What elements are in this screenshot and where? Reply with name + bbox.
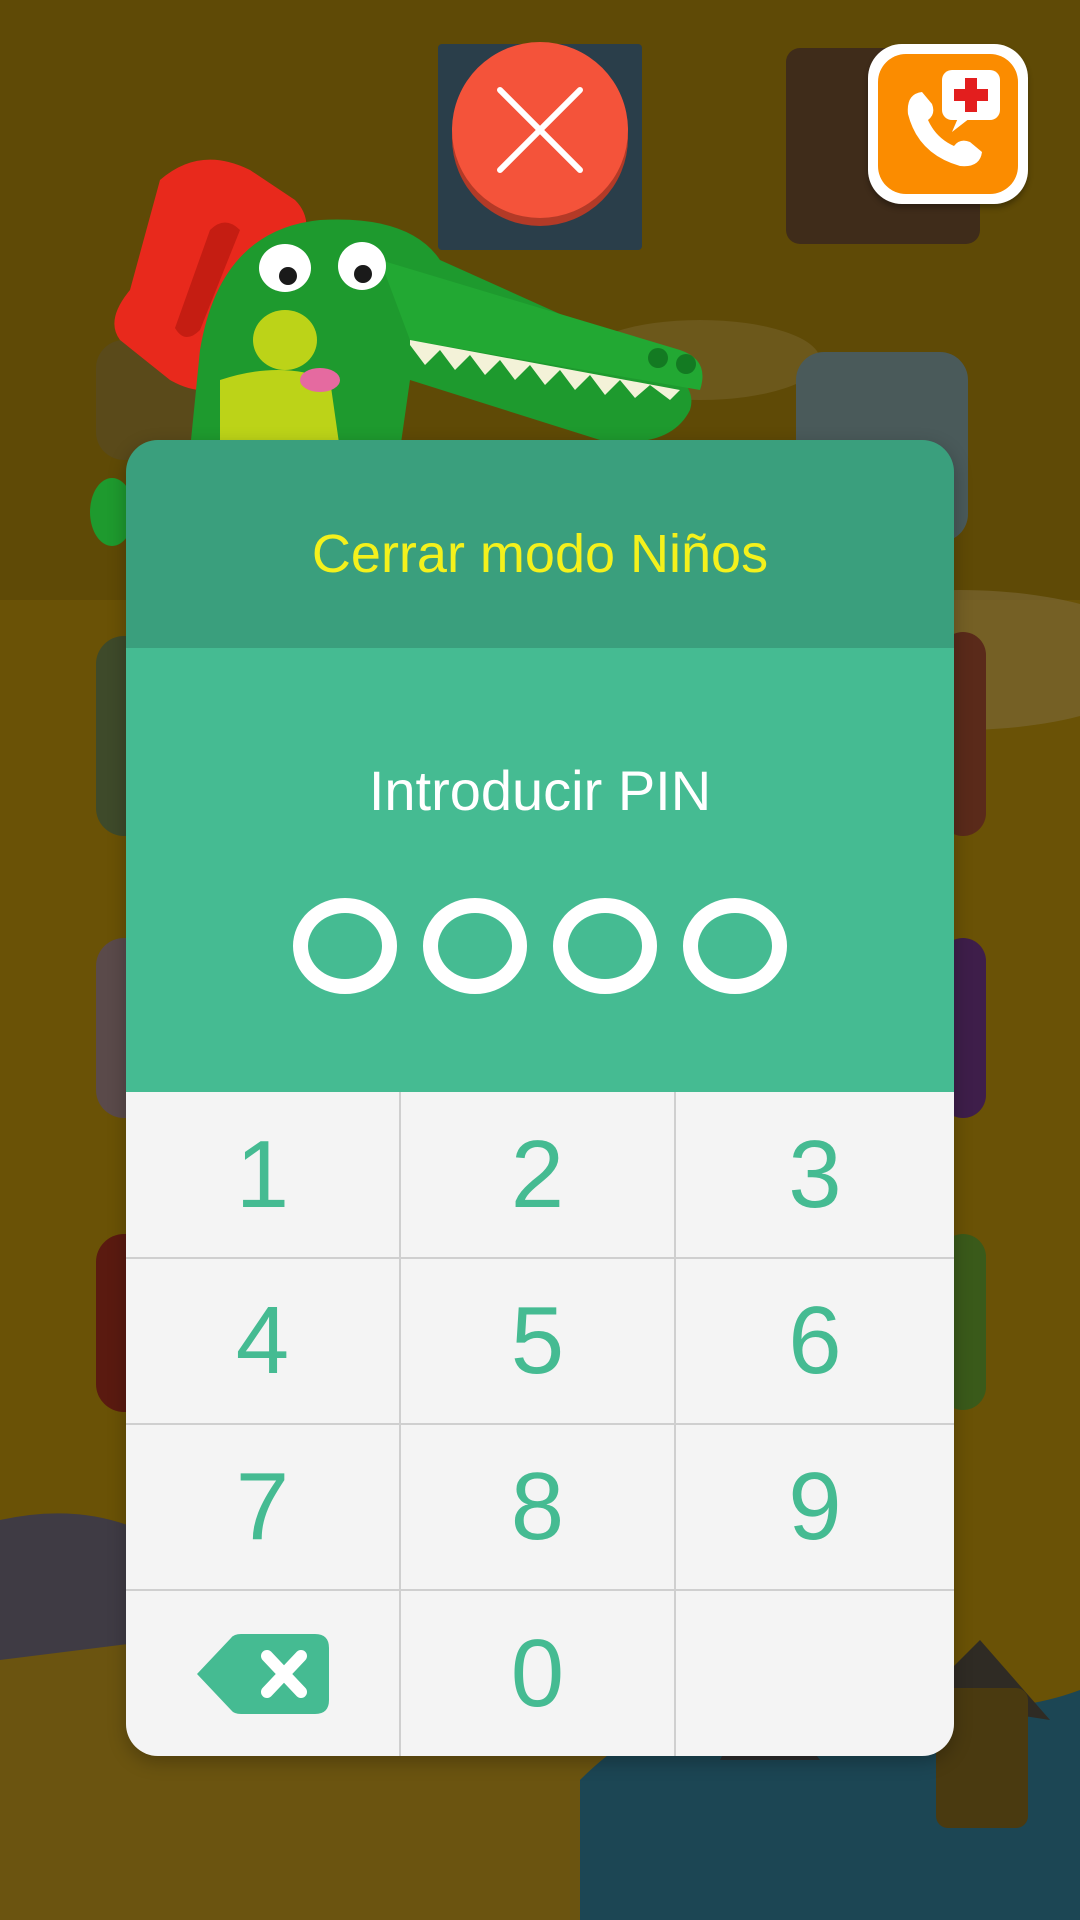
key-0[interactable]: 0 — [401, 1591, 676, 1756]
exit-kids-mode-dialog: Cerrar modo Niños Introducir PIN 1 2 3 4… — [126, 440, 954, 1756]
pin-indicator — [126, 898, 954, 994]
key-1[interactable]: 1 — [126, 1092, 401, 1259]
emergency-call-tile — [878, 54, 1018, 194]
key-5[interactable]: 5 — [401, 1259, 676, 1425]
key-6[interactable]: 6 — [676, 1259, 954, 1425]
key-8[interactable]: 8 — [401, 1425, 676, 1591]
close-icon — [497, 87, 583, 173]
key-9[interactable]: 9 — [676, 1425, 954, 1591]
pin-dot — [683, 898, 787, 994]
backspace-icon — [196, 1633, 329, 1714]
empty-key — [676, 1591, 954, 1756]
pin-label: Introducir PIN — [368, 759, 712, 822]
key-3[interactable]: 3 — [676, 1092, 954, 1259]
dialog-title: Cerrar modo Niños — [311, 524, 769, 584]
key-2[interactable]: 2 — [401, 1092, 676, 1259]
pin-dot — [423, 898, 527, 994]
phone-medical-icon — [907, 70, 1000, 167]
emergency-call-button[interactable] — [868, 44, 1028, 204]
numeric-keypad: 1 2 3 4 5 6 7 8 9 0 — [126, 1092, 954, 1756]
backspace-key[interactable] — [126, 1591, 401, 1756]
pin-dot — [553, 898, 657, 994]
close-button[interactable] — [452, 42, 628, 218]
key-7[interactable]: 7 — [126, 1425, 401, 1591]
dialog-header: Cerrar modo Niños — [126, 440, 954, 648]
key-4[interactable]: 4 — [126, 1259, 401, 1425]
pin-dot — [293, 898, 397, 994]
